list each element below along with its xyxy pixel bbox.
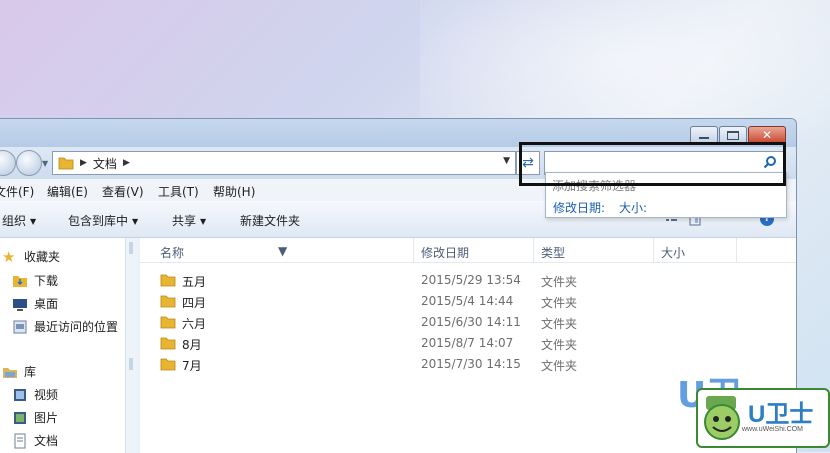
maximize-icon [727, 130, 739, 140]
filter-date-modified[interactable]: 修改日期: [553, 199, 605, 216]
file-type: 文件夹 [541, 338, 578, 352]
video-library-icon [14, 388, 26, 401]
column-divider[interactable] [533, 238, 534, 262]
file-name: 8月 [182, 338, 202, 352]
desktop-icon [13, 298, 27, 311]
nav-item-label: 桌面 [34, 297, 59, 311]
table-row[interactable]: 六月 2015/6/30 14:11 文件夹 [140, 312, 796, 332]
minimize-icon [699, 137, 709, 139]
menu-tools[interactable]: 工具(T) [158, 183, 199, 200]
logo-url-text: www.uWeiShi.COM [742, 426, 803, 433]
recent-places-icon [13, 320, 27, 333]
file-name: 7月 [182, 359, 202, 373]
folder-icon [160, 337, 176, 350]
nav-item-pictures[interactable]: 图片 [12, 409, 58, 426]
filter-size[interactable]: 大小: [619, 199, 647, 216]
new-folder-button[interactable]: 新建文件夹 [240, 212, 300, 229]
file-date: 2015/5/29 13:54 [421, 273, 521, 287]
nav-item-desktop[interactable]: 桌面 [12, 295, 58, 312]
nav-item-label: 最近访问的位置 [34, 320, 119, 334]
folder-icon [160, 316, 176, 329]
column-type[interactable]: 类型 [541, 244, 565, 261]
menu-edit[interactable]: 编辑(E) [47, 183, 88, 200]
file-name: 五月 [182, 275, 207, 289]
recent-pages-dropdown-icon[interactable]: ▼ [42, 159, 48, 168]
chevron-down-icon: ▼ [132, 217, 139, 226]
menu-file[interactable]: 文件(F) [0, 183, 34, 200]
column-divider[interactable] [736, 238, 737, 262]
column-name[interactable]: 名称 [160, 244, 184, 261]
forward-button[interactable] [16, 150, 42, 176]
share-button[interactable]: 共享 ▼ [172, 212, 206, 229]
file-type: 文件夹 [541, 275, 578, 289]
download-folder-icon [13, 275, 27, 287]
organize-label: 组织 [2, 214, 27, 228]
file-date: 2015/6/30 14:11 [421, 315, 521, 329]
folder-icon [160, 295, 176, 308]
nav-item-videos[interactable]: 视频 [12, 386, 58, 403]
file-type: 文件夹 [541, 359, 578, 373]
folder-icon [58, 157, 74, 170]
libraries-label: 库 [24, 365, 37, 379]
back-button[interactable] [0, 150, 16, 176]
picture-library-icon [14, 411, 26, 424]
pane-splitter[interactable] [125, 238, 138, 453]
menu-help[interactable]: 帮助(H) [213, 183, 255, 200]
star-icon: ★ [2, 247, 16, 266]
nav-item-label: 图片 [34, 411, 59, 425]
folder-icon [160, 358, 176, 371]
column-divider[interactable] [413, 238, 414, 262]
file-type: 文件夹 [541, 296, 578, 310]
table-row[interactable]: 四月 2015/5/4 14:44 文件夹 [140, 291, 796, 311]
usb-mascot-icon [704, 396, 740, 440]
sort-indicator-icon: ▼ [278, 244, 288, 258]
breadcrumb-separator-icon[interactable]: ▶ [123, 158, 130, 168]
address-dropdown-icon[interactable]: ▼ [503, 156, 510, 166]
file-date: 2015/8/7 14:07 [421, 336, 514, 350]
nav-item-documents[interactable]: 文档 [12, 432, 58, 449]
favorites-label: 收藏夹 [24, 250, 61, 264]
library-icon [3, 367, 17, 378]
address-bar[interactable]: ▶ 文档 ▶ ▼ [52, 151, 516, 175]
include-in-library-button[interactable]: 包含到库中 ▼ [68, 212, 138, 229]
menu-view[interactable]: 查看(V) [102, 183, 144, 200]
table-row[interactable]: 8月 2015/8/7 14:07 文件夹 [140, 333, 796, 353]
chevron-down-icon: ▼ [200, 217, 207, 226]
nav-item-label: 文档 [34, 434, 59, 448]
nav-item-label: 下载 [34, 274, 59, 288]
file-date: 2015/5/4 14:44 [421, 294, 514, 308]
document-library-icon [14, 433, 26, 448]
file-name: 六月 [182, 317, 207, 331]
nav-item-downloads[interactable]: 下载 [12, 272, 58, 289]
breadcrumb-separator-icon: ▶ [80, 158, 87, 168]
close-icon: ✕ [761, 128, 773, 142]
nav-favorites[interactable]: ★ 收藏夹 [2, 248, 60, 265]
navigation-pane: ★ 收藏夹 下载 桌面 最近访问的位置 库 视频 图片 文档 [0, 238, 125, 453]
scroll-grip [129, 242, 133, 254]
column-size[interactable]: 大小 [661, 244, 685, 261]
column-divider[interactable] [653, 238, 654, 262]
annotation-highlight-box [519, 142, 786, 186]
chevron-down-icon: ▼ [30, 217, 37, 226]
nav-item-recent-places[interactable]: 最近访问的位置 [12, 318, 118, 335]
file-type: 文件夹 [541, 317, 578, 331]
share-label: 共享 [172, 214, 197, 228]
column-header: ▼ 名称 修改日期 类型 大小 [140, 238, 796, 263]
nav-libraries[interactable]: 库 [2, 363, 36, 380]
breadcrumb-documents[interactable]: 文档 [93, 155, 117, 172]
table-row[interactable]: 五月 2015/5/29 13:54 文件夹 [140, 270, 796, 290]
nav-item-label: 视频 [34, 388, 59, 402]
logo-brand-text: U卫士 [748, 401, 814, 428]
file-name: 四月 [182, 296, 207, 310]
scroll-grip [129, 358, 133, 370]
column-date-modified[interactable]: 修改日期 [421, 244, 469, 261]
organize-button[interactable]: 组织 ▼ [2, 212, 36, 229]
file-date: 2015/7/30 14:15 [421, 357, 521, 371]
folder-icon [160, 274, 176, 287]
uweishi-logo: U卫士 www.uWeiShi.COM [696, 388, 830, 448]
include-in-library-label: 包含到库中 [68, 214, 129, 228]
